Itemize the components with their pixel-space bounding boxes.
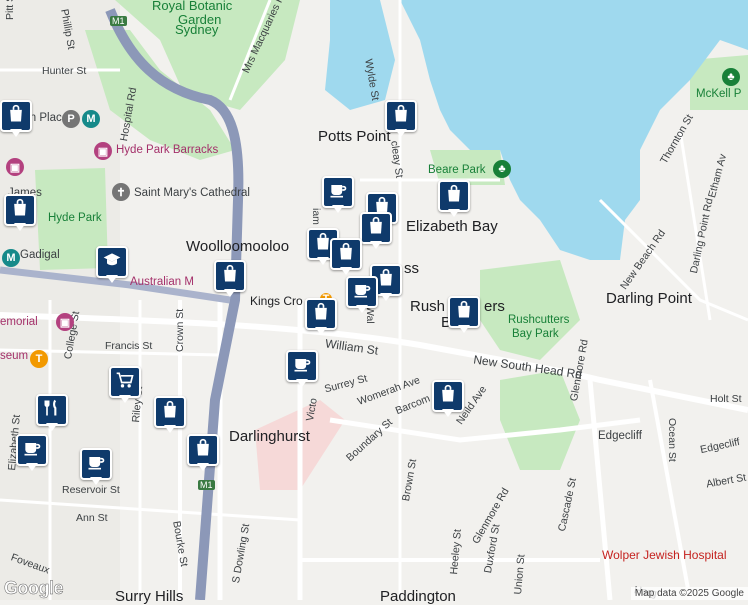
martin-place-metro-icon[interactable]: M — [82, 110, 100, 128]
museum-train-icon[interactable]: T — [30, 350, 48, 368]
pin-pointer — [106, 275, 118, 283]
barracks-museum-icon[interactable]: ▣ — [94, 142, 112, 160]
shopping-pin[interactable] — [438, 180, 470, 220]
grocery-pin[interactable] — [109, 366, 141, 406]
shopping-pin[interactable] — [4, 194, 36, 234]
pin-pointer — [14, 223, 26, 231]
cafe-pin[interactable] — [322, 176, 354, 216]
shopping-pin[interactable] — [432, 380, 464, 420]
shopping-bag-icon — [391, 104, 411, 129]
shopping-bag-icon — [311, 302, 331, 327]
shopping-bag-icon — [193, 438, 213, 463]
shopping-bag-icon — [220, 264, 240, 289]
pin-pointer — [164, 425, 176, 433]
shopping-bag-icon — [336, 242, 356, 267]
shopping-bag-icon — [160, 400, 180, 425]
shopping-pin[interactable] — [214, 260, 246, 300]
cafe-pin[interactable] — [286, 350, 318, 390]
shopping-pin[interactable] — [360, 212, 392, 252]
shopping-cart-icon — [115, 370, 135, 395]
pin-pointer — [340, 267, 352, 275]
shopping-pin[interactable] — [154, 396, 186, 436]
graduation-cap-icon — [102, 250, 122, 275]
pin-pointer — [370, 241, 382, 249]
coffee-cup-icon — [86, 452, 106, 477]
cafe-pin[interactable] — [16, 434, 48, 474]
restaurant-pin[interactable] — [36, 394, 68, 434]
shopping-bag-icon — [444, 184, 464, 209]
cathedral-cross-icon[interactable]: ✝ — [112, 183, 130, 201]
pin-pointer — [458, 325, 470, 333]
shopping-bag-icon — [10, 198, 30, 223]
pink-poi-icon[interactable]: ▣ — [6, 158, 24, 176]
school-pin[interactable] — [96, 246, 128, 286]
pin-pointer — [224, 289, 236, 297]
cafe-pin[interactable] — [346, 276, 378, 316]
shopping-pin[interactable] — [305, 298, 337, 338]
coffee-cup-icon — [22, 438, 42, 463]
shopping-bag-icon — [366, 216, 386, 241]
map-attribution: Map data ©2025 Google — [630, 587, 748, 600]
fork-knife-icon — [42, 398, 62, 423]
cafe-pin[interactable] — [80, 448, 112, 488]
shopping-pin[interactable] — [0, 100, 32, 140]
beare-park-tree-icon[interactable]: ♣ — [493, 160, 511, 178]
shopping-bag-icon — [454, 300, 474, 325]
shopping-pin[interactable] — [330, 238, 362, 278]
coffee-cup-icon — [328, 180, 348, 205]
pin-pointer — [317, 257, 329, 265]
pin-pointer — [10, 129, 22, 137]
shopping-pin[interactable] — [448, 296, 480, 336]
pin-pointer — [315, 327, 327, 335]
pin-pointer — [26, 463, 38, 471]
shopping-pin[interactable] — [385, 100, 417, 140]
parking-icon[interactable]: P — [62, 110, 80, 128]
pin-pointer — [197, 463, 209, 471]
pin-pointer — [46, 423, 58, 431]
shopping-pin[interactable] — [187, 434, 219, 474]
shopping-bag-icon — [376, 268, 396, 293]
google-logo: Google — [4, 578, 64, 599]
pin-pointer — [332, 205, 344, 213]
pin-pointer — [442, 409, 454, 417]
pin-pointer — [448, 209, 460, 217]
coffee-cup-icon — [352, 280, 372, 305]
pin-pointer — [90, 477, 102, 485]
cbd-area — [0, 0, 120, 600]
coffee-cup-icon — [292, 354, 312, 379]
metro-station-icon[interactable]: M — [2, 249, 20, 267]
pin-pointer — [119, 395, 131, 403]
pin-pointer — [380, 293, 392, 301]
pin-pointer — [296, 379, 308, 387]
pin-pointer — [395, 129, 407, 137]
shopping-bag-icon — [438, 384, 458, 409]
memorial-museum-icon[interactable]: ▣ — [56, 313, 74, 331]
mckell-park-tree-icon[interactable]: ♣ — [722, 68, 740, 86]
shopping-bag-icon — [6, 104, 26, 129]
pin-pointer — [356, 305, 368, 313]
